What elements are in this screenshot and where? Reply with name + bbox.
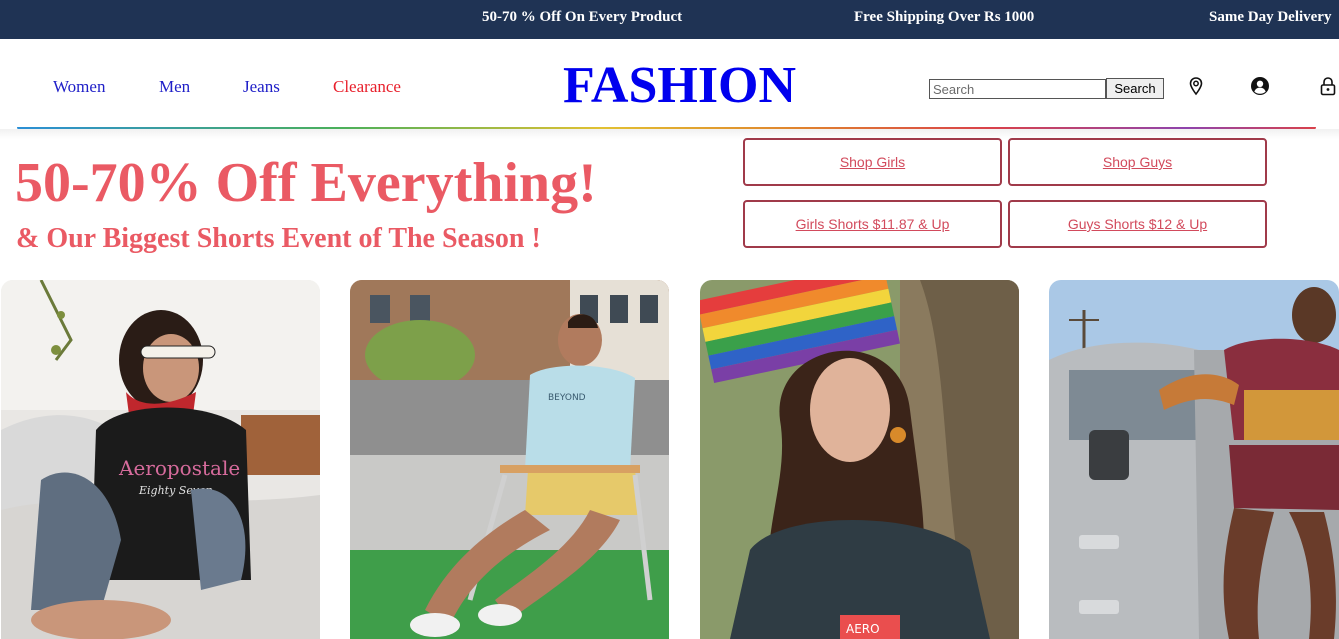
svg-text:Aeropostale: Aeropostale xyxy=(118,456,240,480)
product-image-guys-tee[interactable]: BEYOND xyxy=(350,280,669,639)
nav-link-jeans[interactable]: Jeans xyxy=(243,77,280,97)
hero-subtitle: & Our Biggest Shorts Event of The Season… xyxy=(16,223,541,254)
svg-text:BEYOND: BEYOND xyxy=(548,393,586,403)
girls-shorts-button[interactable]: Girls Shorts $11.87 & Up xyxy=(743,200,1002,248)
nav-link-women[interactable]: Women xyxy=(53,77,105,97)
search-button[interactable]: Search xyxy=(1106,78,1164,99)
location-pin-icon[interactable] xyxy=(1186,76,1206,96)
promo-shipping-text: Free Shipping Over Rs 1000 xyxy=(854,9,1035,25)
shop-girls-button[interactable]: Shop Girls xyxy=(743,138,1002,186)
lock-icon[interactable] xyxy=(1318,76,1338,96)
product-image-pride-tee[interactable]: AERO xyxy=(700,280,1019,639)
promo-bar: 50-70 % Off On Every Product Free Shippi… xyxy=(0,0,1339,39)
nav-link-men[interactable]: Men xyxy=(159,77,190,97)
guys-shorts-button[interactable]: Guys Shorts $12 & Up xyxy=(1008,200,1267,248)
product-image-girls-tee[interactable]: Aeropostale Eighty Seven xyxy=(1,280,320,639)
svg-text:AERO: AERO xyxy=(846,622,880,636)
product-image-jacket[interactable] xyxy=(1049,280,1339,639)
user-account-icon[interactable] xyxy=(1250,76,1270,96)
site-header: Women Men Jeans Clearance FASHION Search xyxy=(0,39,1339,129)
promo-discount-text: 50-70 % Off On Every Product xyxy=(482,9,683,25)
nav-link-clearance[interactable]: Clearance xyxy=(333,77,401,97)
hero-title: 50-70% Off Everything! xyxy=(15,152,597,214)
search-input[interactable] xyxy=(929,79,1106,99)
promo-delivery-text: Same Day Delivery xyxy=(1209,9,1332,25)
site-logo[interactable]: FASHION xyxy=(563,60,796,112)
shop-guys-button[interactable]: Shop Guys xyxy=(1008,138,1267,186)
